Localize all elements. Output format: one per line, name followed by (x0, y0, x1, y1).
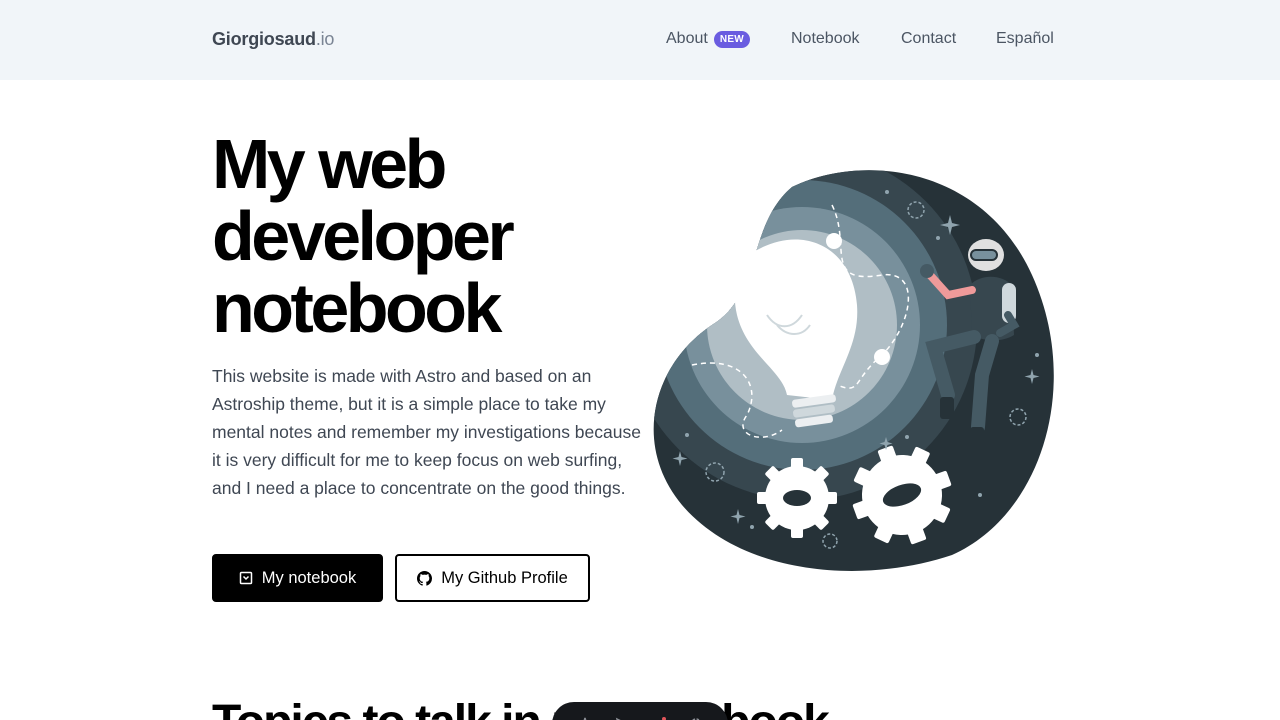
github-profile-button[interactable]: My Github Profile (395, 554, 590, 602)
hero-title-line: developer (212, 197, 515, 275)
topics-section-title: Topics to talk in my notebook (212, 695, 830, 720)
nav-notebook[interactable]: Notebook (791, 30, 860, 48)
menu-icon[interactable] (648, 713, 670, 720)
hero-title-line: My web (212, 125, 447, 203)
github-icon (417, 570, 433, 586)
github-profile-label: My Github Profile (441, 568, 568, 587)
nav-contact[interactable]: Contact (901, 30, 956, 48)
nav-about[interactable]: About NEW (666, 30, 751, 48)
floating-toolbar (552, 702, 728, 720)
site-header: Giorgiosaud.io About NEW Notebook Contac… (0, 0, 1280, 80)
my-notebook-label: My notebook (261, 568, 357, 587)
notebook-icon (239, 571, 253, 585)
logo-tld: .io (315, 29, 335, 49)
lightbulb-astronaut-illustration (652, 165, 1064, 573)
hero-title: My web developer notebook (212, 128, 652, 344)
my-notebook-button[interactable]: My notebook (212, 554, 383, 602)
nav-language-switch[interactable]: Español (996, 30, 1054, 48)
cursor-icon[interactable] (611, 713, 633, 720)
astro-icon[interactable] (574, 713, 596, 720)
hero-title-line: notebook (212, 269, 502, 347)
new-badge: NEW (713, 30, 751, 48)
hero-description: This website is made with Astro and base… (212, 366, 641, 498)
site-logo[interactable]: Giorgiosaud.io (212, 29, 334, 50)
logo-name: Giorgiosaud (212, 29, 316, 49)
nav-about-label: About (666, 30, 708, 47)
settings-icon[interactable] (685, 713, 707, 720)
